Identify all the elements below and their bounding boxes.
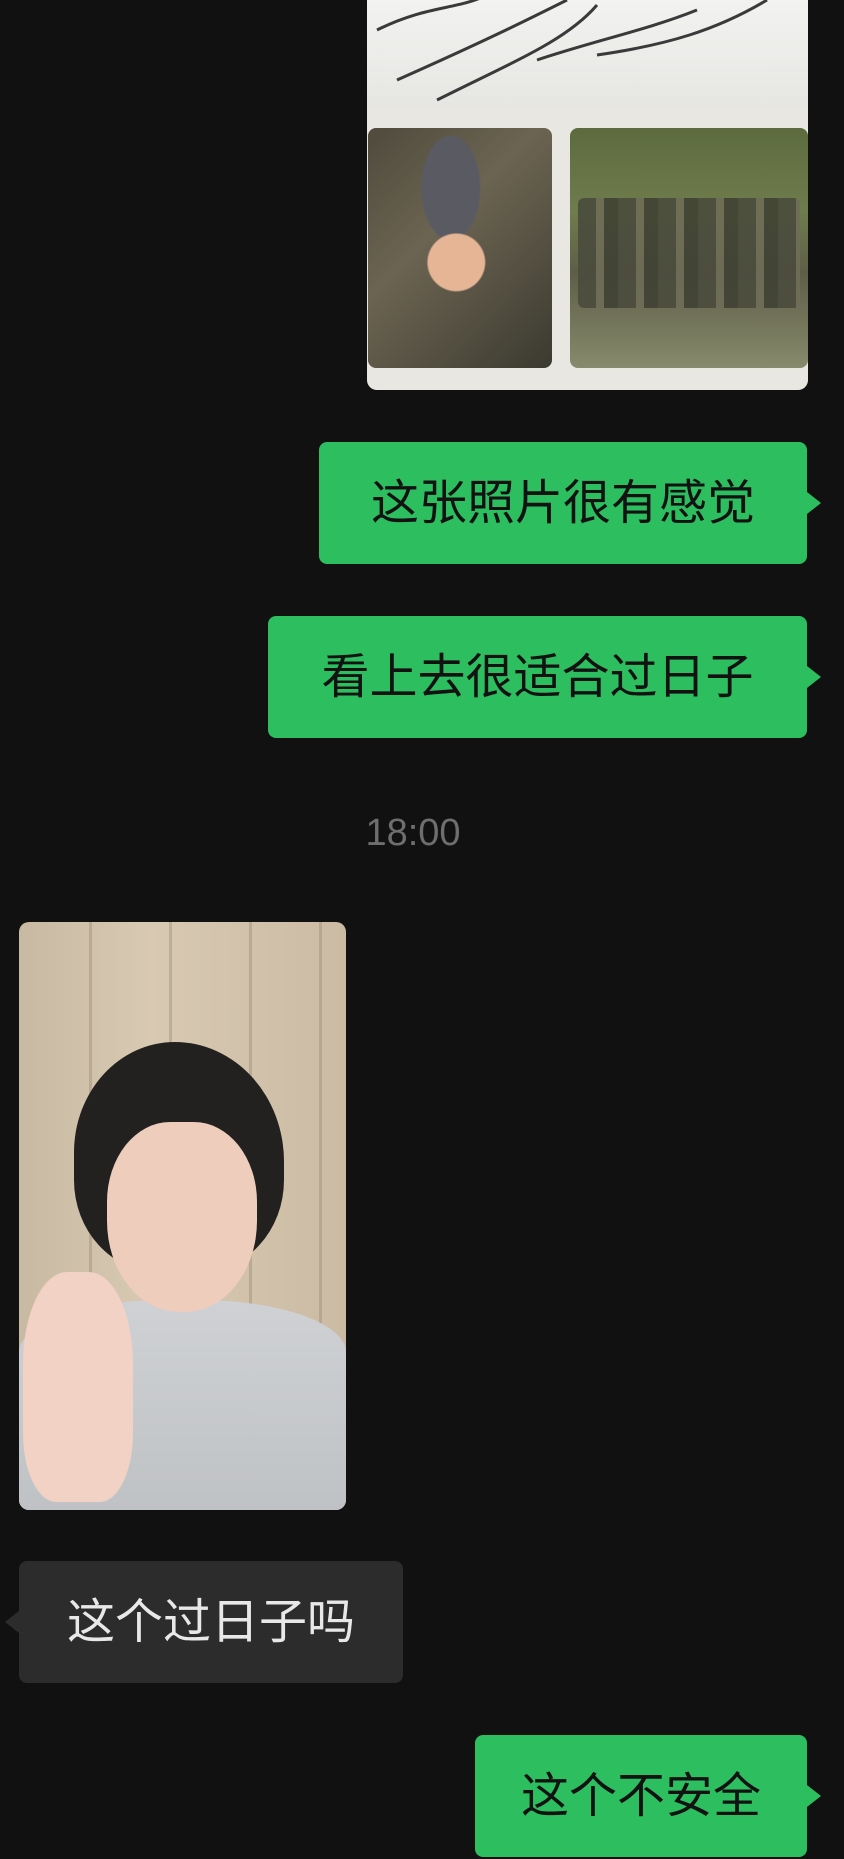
photo-group-figures (578, 198, 800, 308)
photo-tile-group (570, 128, 808, 368)
received-message-bubble[interactable]: 这个过日子吗 (19, 1561, 403, 1683)
sent-message-bubble[interactable]: 这张照片很有感觉 (319, 442, 807, 564)
photo-tile-portrait (368, 128, 552, 368)
sent-photo-message[interactable] (367, 0, 808, 390)
message-timestamp: 18:00 (365, 812, 461, 854)
sent-message-bubble[interactable]: 看上去很适合过日子 (268, 616, 807, 738)
sent-message-bubble[interactable]: 这个不安全 (475, 1735, 807, 1857)
received-photo-message[interactable] (19, 922, 346, 1510)
photo-subject-hand (23, 1272, 133, 1502)
photo-subject-face (107, 1122, 257, 1312)
photo-signature-area (367, 0, 808, 108)
signature-scribble (376, 0, 768, 102)
